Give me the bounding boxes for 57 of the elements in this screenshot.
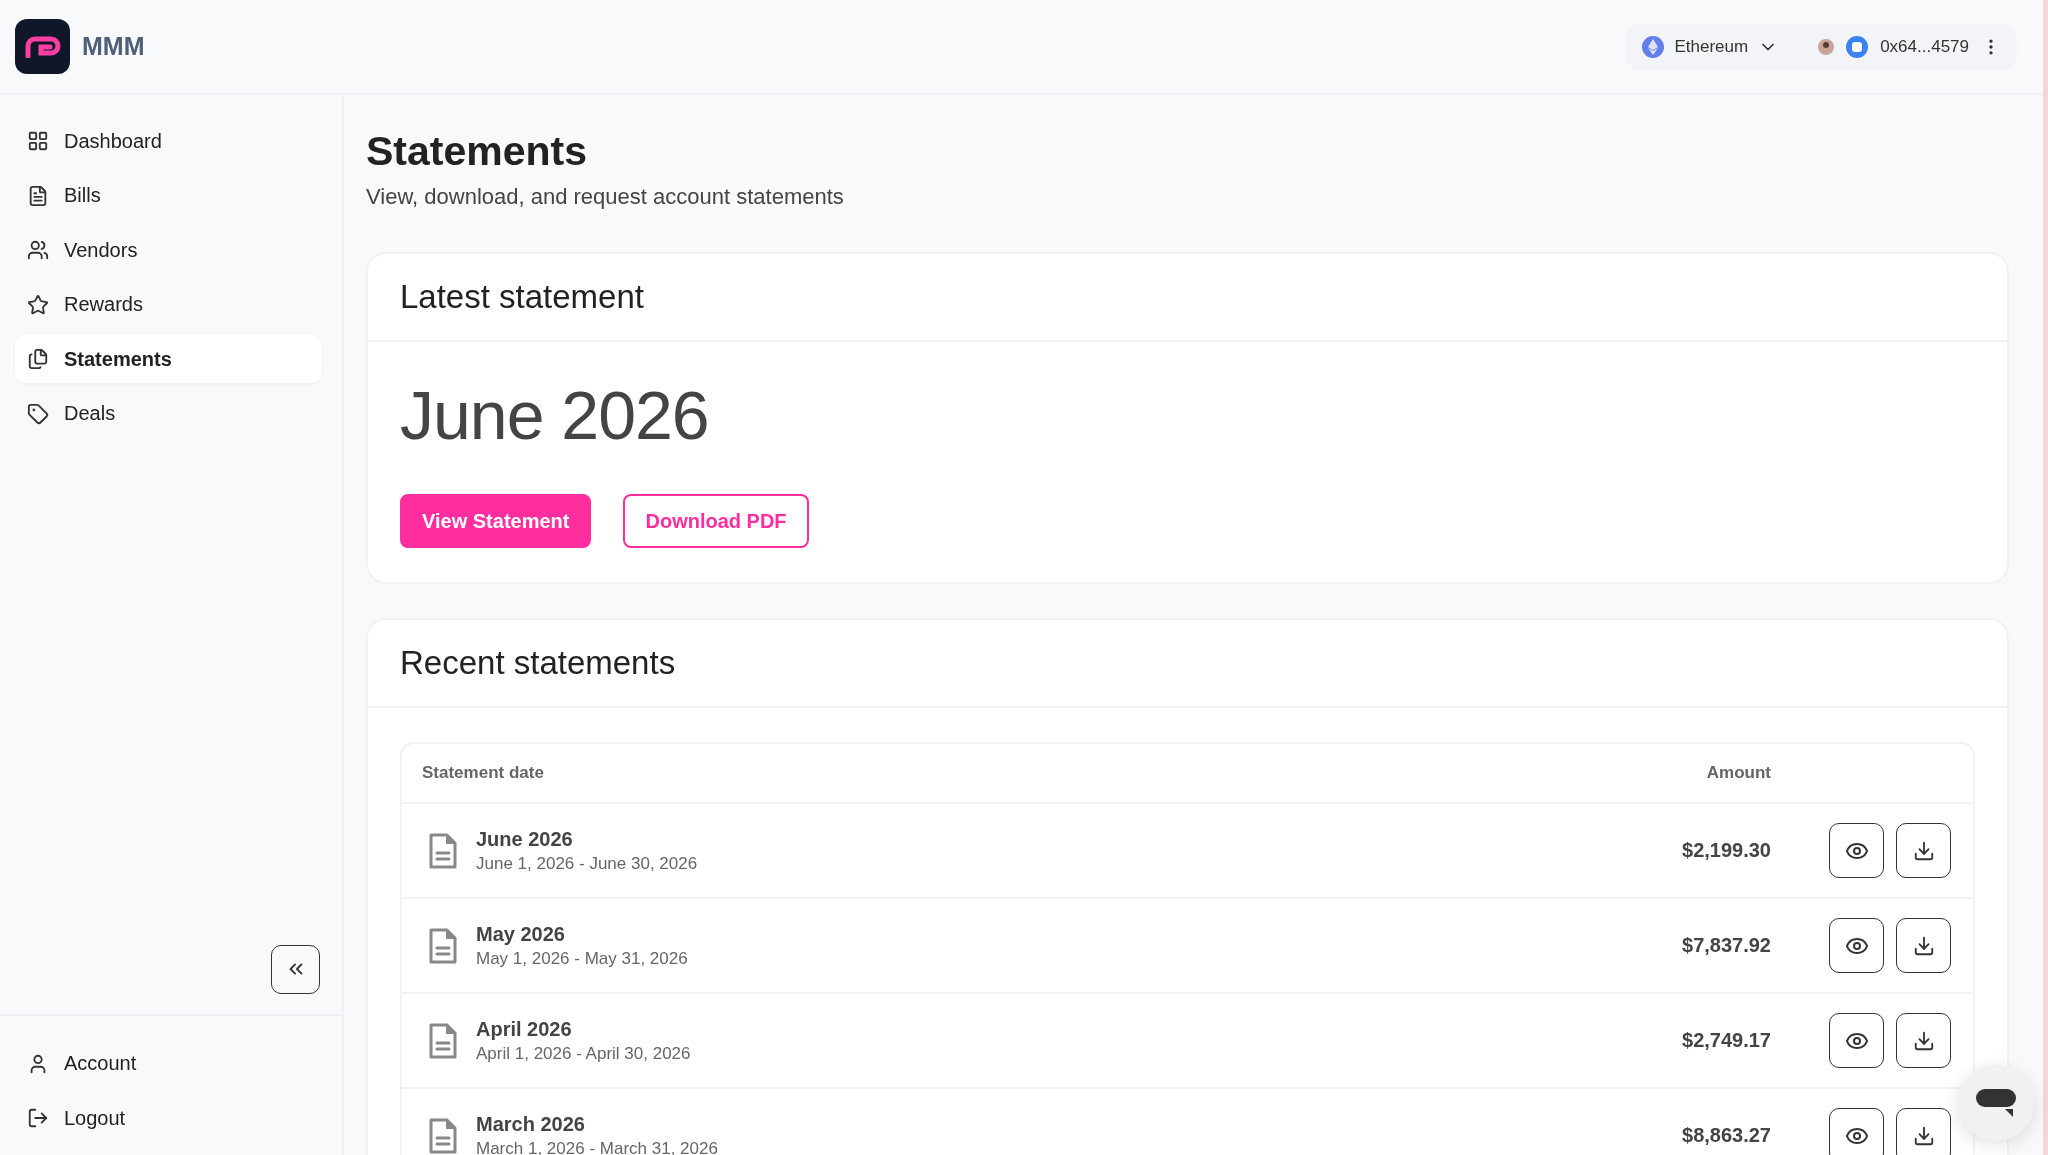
sidebar-item[interactable]: Logout	[15, 1094, 322, 1143]
sidebar-item[interactable]: Bills	[15, 171, 322, 220]
brand-name: MMM	[82, 32, 145, 61]
card-title: Recent statements	[368, 620, 2007, 709]
page-subtitle: View, download, and request account statements	[366, 184, 845, 211]
view-button[interactable]	[1829, 1108, 1884, 1155]
statement-range: May 1, 2026 - May 31, 2026	[476, 948, 688, 969]
sidebar-item[interactable]: Account	[15, 1039, 322, 1088]
download-icon	[1912, 1124, 1935, 1147]
statement-amount: $7,837.92	[1681, 934, 1771, 958]
statement-range: April 1, 2026 - April 30, 2026	[476, 1043, 691, 1064]
people-icon	[27, 239, 49, 262]
statement-title: June 2026	[476, 827, 574, 851]
download-icon	[1912, 839, 1935, 862]
column-header: Amount	[1705, 763, 1771, 784]
wallet-icon	[1846, 35, 1869, 58]
logo-icon	[15, 19, 70, 74]
statement-amount: $2,749.17	[1681, 1029, 1771, 1053]
view-button[interactable]	[1829, 918, 1884, 974]
statement-period: June 2026	[400, 376, 710, 455]
statement-title: May 2026	[476, 922, 566, 946]
download-button[interactable]	[1896, 823, 1951, 879]
statement-title: April 2026	[476, 1017, 573, 1041]
download-button[interactable]	[1896, 1108, 1951, 1155]
sidebar-item[interactable]: Rewards	[15, 280, 322, 329]
card-title: Latest statement	[368, 254, 2007, 343]
wallet-address[interactable]: 0x64...4579	[1880, 36, 1969, 57]
documents-icon	[27, 348, 49, 371]
download-icon	[1912, 1029, 1935, 1052]
dashboard-icon	[27, 130, 49, 152]
sidebar-item[interactable]: Vendors	[15, 226, 322, 275]
statement-amount: $2,199.30	[1681, 839, 1771, 863]
column-header: Statement date	[422, 763, 545, 784]
sidebar-item[interactable]: Statements	[15, 335, 322, 384]
page-title: Statements	[366, 127, 588, 176]
document-icon	[428, 926, 458, 965]
statement-title: March 2026	[476, 1112, 586, 1136]
document-icon	[428, 831, 458, 870]
download-button[interactable]	[1896, 1013, 1951, 1069]
tag-icon	[27, 402, 49, 425]
download-button[interactable]	[1896, 918, 1951, 974]
document-icon	[428, 1021, 458, 1060]
star-icon	[27, 293, 49, 316]
download-icon	[1912, 934, 1935, 957]
view-button[interactable]	[1829, 823, 1884, 879]
sidebar-item[interactable]: Deals	[15, 389, 322, 438]
network-selector[interactable]: Ethereum	[1642, 35, 1779, 58]
statement-amount: $8,863.27	[1681, 1124, 1771, 1148]
collapse-button[interactable]	[271, 944, 320, 994]
ethereum-icon	[1642, 35, 1665, 58]
statement-range: June 1, 2026 - June 30, 2026	[476, 853, 698, 874]
bill-icon	[27, 184, 49, 207]
avatar-icon	[1818, 38, 1835, 55]
document-icon	[428, 1116, 458, 1155]
sidebar-item[interactable]: Dashboard	[15, 117, 322, 165]
view-button[interactable]	[1829, 1013, 1884, 1069]
logout-icon	[27, 1107, 49, 1130]
